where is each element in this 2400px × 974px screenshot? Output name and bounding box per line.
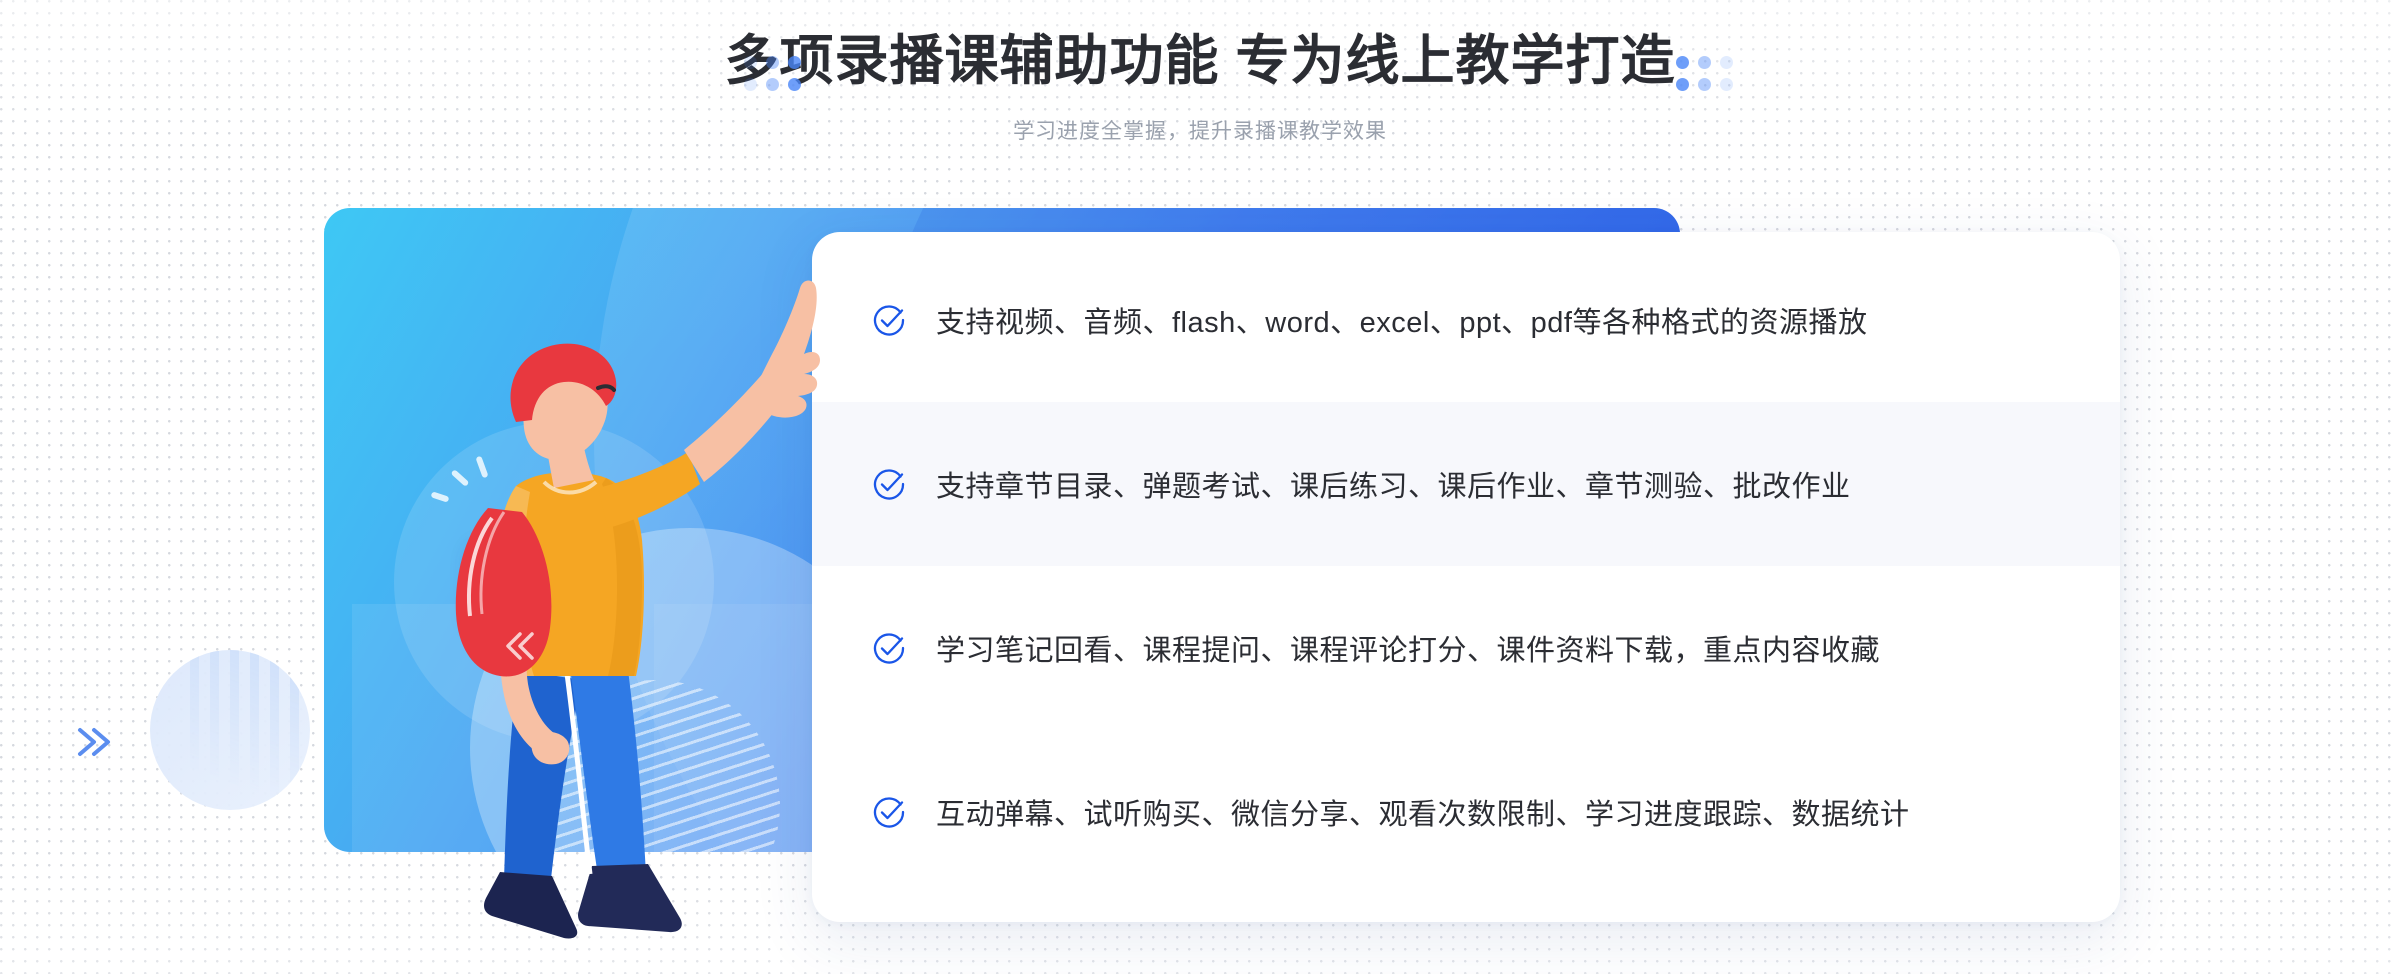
feature-text: 互动弹幕、试听购买、微信分享、观看次数限制、学习进度跟踪、数据统计 [936, 799, 1910, 831]
header: 多项录播课辅助功能 专为线上教学打造 学习进度全掌握，提升录播课教学效果 [0, 0, 2400, 180]
deco-dot [1676, 56, 1689, 69]
page-subtitle: 学习进度全掌握，提升录播课教学效果 [1013, 120, 1387, 143]
feature-row[interactable]: 学习笔记回看、课程提问、课程评论打分、课件资料下载，重点内容收藏 [812, 566, 2120, 730]
character-front-leg [570, 668, 646, 876]
illustration-character [455, 280, 820, 939]
feature-row[interactable]: 支持视频、音频、flash、word、excel、ppt、pdf等各种格式的资源… [812, 238, 2120, 402]
deco-dot [788, 78, 801, 91]
feature-card: 支持视频、音频、flash、word、excel、ppt、pdf等各种格式的资源… [812, 232, 2120, 922]
deco-dot [766, 56, 779, 69]
deco-dot [744, 78, 757, 91]
check-circle-icon [873, 797, 905, 828]
feature-row[interactable]: 互动弹幕、试听购买、微信分享、观看次数限制、学习进度跟踪、数据统计 [812, 730, 2120, 894]
deco-dot [766, 78, 779, 91]
character-sleeve [598, 452, 700, 528]
chevron-double-right-icon [78, 728, 110, 756]
character-hand [754, 280, 820, 418]
feature-text: 支持章节目录、弹题考试、课后练习、课后作业、章节测验、批改作业 [936, 471, 1851, 503]
check-circle-icon [873, 633, 905, 664]
character-back-shoe [484, 872, 578, 939]
deco-dot [744, 56, 757, 69]
decorative-dot-grid-right [1676, 56, 1733, 91]
deco-dot [1676, 78, 1689, 91]
feature-text: 学习笔记回看、课程提问、课程评论打分、课件资料下载，重点内容收藏 [936, 635, 1881, 667]
deco-dot [1698, 78, 1711, 91]
check-circle-icon [873, 305, 905, 336]
deco-dot [1720, 56, 1733, 69]
check-circle-icon [873, 469, 905, 500]
character-front-shoe [578, 864, 682, 933]
page-title: 多项录播课辅助功能 专为线上教学打造 [724, 31, 1676, 91]
chevron-double-left-icon [506, 632, 534, 660]
deco-dot [788, 56, 801, 69]
feature-row[interactable]: 支持章节目录、弹题考试、课后练习、课后作业、章节测验、批改作业 [812, 402, 2120, 566]
feature-text: 支持视频、音频、flash、word、excel、ppt、pdf等各种格式的资源… [936, 307, 1868, 339]
deco-dot [1698, 56, 1711, 69]
decorative-dot-grid-left [744, 56, 801, 91]
decorative-soft-circle-stripes [150, 650, 310, 810]
deco-dot [1720, 78, 1733, 91]
